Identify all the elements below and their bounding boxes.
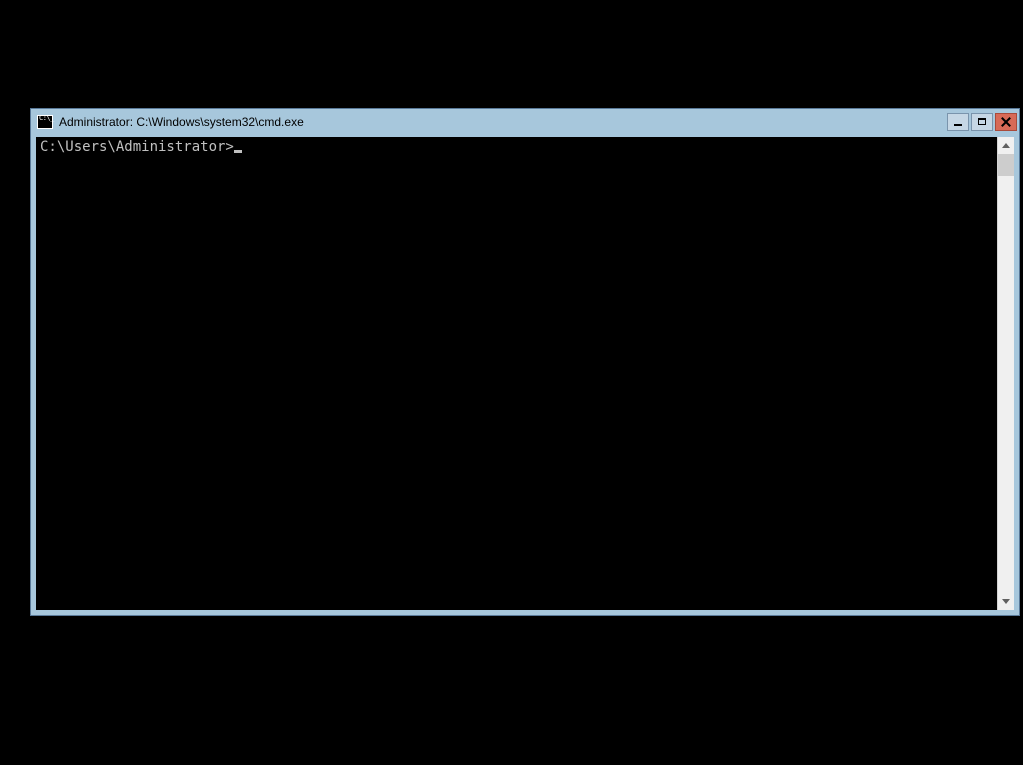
prompt-text: C:\Users\Administrator> (40, 139, 234, 155)
window-controls (947, 113, 1017, 131)
chevron-up-icon (1002, 143, 1010, 148)
scroll-down-button[interactable] (998, 593, 1014, 610)
maximize-icon (978, 118, 986, 125)
cmd-icon (37, 115, 53, 129)
close-icon (1001, 117, 1011, 127)
minimize-button[interactable] (947, 113, 969, 131)
console-output[interactable]: C:\Users\Administrator> (36, 137, 997, 610)
chevron-down-icon (1002, 599, 1010, 604)
client-area: C:\Users\Administrator> (36, 137, 1014, 610)
close-button[interactable] (995, 113, 1017, 131)
scroll-track[interactable] (998, 154, 1014, 593)
minimize-icon (954, 124, 962, 126)
scroll-up-button[interactable] (998, 137, 1014, 154)
titlebar[interactable]: Administrator: C:\Windows\system32\cmd.e… (31, 109, 1019, 134)
scroll-thumb[interactable] (998, 154, 1014, 176)
maximize-button[interactable] (971, 113, 993, 131)
text-cursor (234, 150, 242, 153)
window-title: Administrator: C:\Windows\system32\cmd.e… (59, 115, 947, 129)
vertical-scrollbar[interactable] (997, 137, 1014, 610)
cmd-window: Administrator: C:\Windows\system32\cmd.e… (30, 108, 1020, 616)
